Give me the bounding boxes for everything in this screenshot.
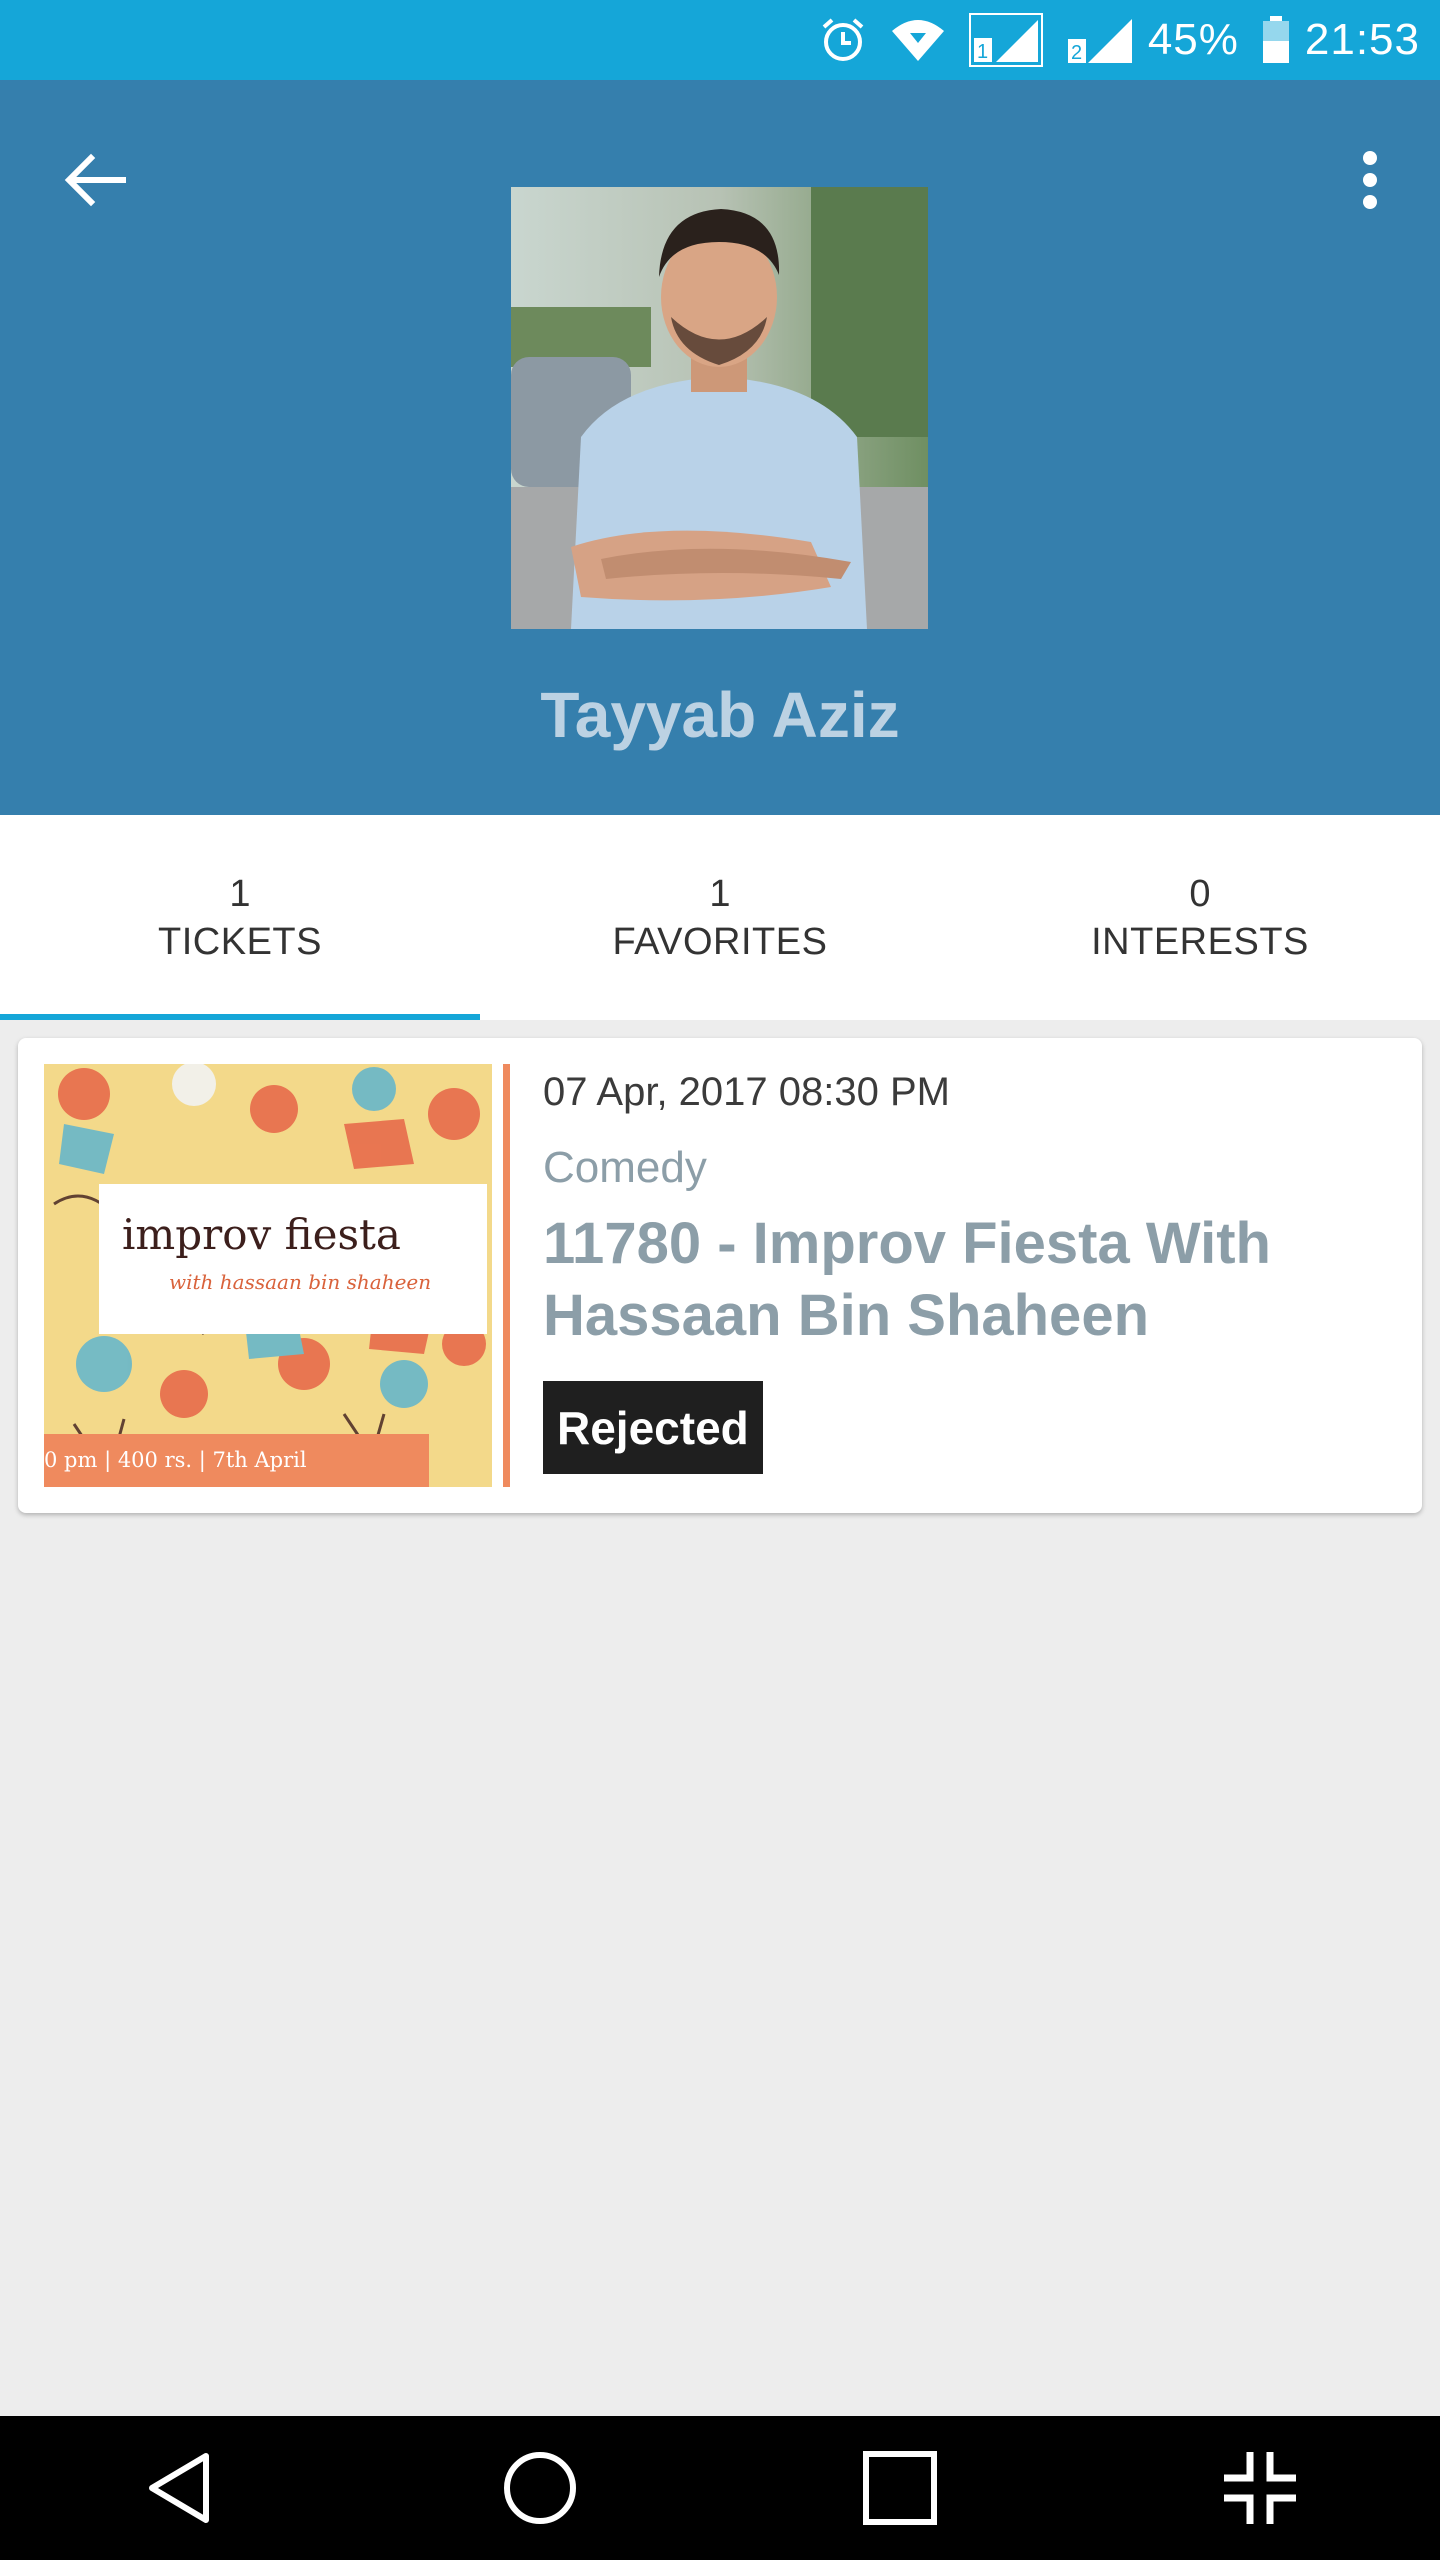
profile-photo	[511, 187, 928, 629]
nav-home-button[interactable]	[480, 2428, 600, 2548]
nav-exit-fullscreen-button[interactable]	[1200, 2428, 1320, 2548]
event-category: Comedy	[543, 1143, 707, 1192]
svg-text:2: 2	[1071, 42, 1082, 64]
poster-footer: 0 pm | 400 rs. | 7th April	[44, 1448, 307, 1473]
tab-count: 1	[709, 872, 731, 915]
more-vert-icon	[1363, 151, 1377, 209]
alarm-icon	[818, 15, 868, 65]
profile-name: Tayyab Aziz	[540, 679, 900, 751]
ticket-card[interactable]: improv fiesta with hassaan bin shaheen 0…	[18, 1038, 1422, 1513]
clock: 21:53	[1304, 15, 1420, 64]
profile-tabs: 1 TICKETS 1 FAVORITES 0 INTERESTS	[0, 815, 1440, 1020]
event-title: 11780 - Improv Fiesta With Hassaan Bin S…	[543, 1211, 1271, 1348]
tab-label: FAVORITES	[612, 920, 828, 963]
back-arrow-icon	[64, 153, 126, 207]
tab-label: INTERESTS	[1091, 920, 1309, 963]
signal-sim1-icon: 1	[968, 12, 1044, 68]
signal-sim2-icon: 2	[1066, 15, 1134, 65]
nav-back-button[interactable]	[120, 2428, 240, 2548]
avatar[interactable]	[511, 187, 928, 629]
tab-count: 1	[229, 872, 251, 915]
tab-interests[interactable]: 0 INTERESTS	[960, 815, 1440, 1020]
circle-home-icon	[504, 2452, 576, 2524]
battery-icon	[1261, 15, 1291, 65]
status-badge: Rejected	[543, 1381, 763, 1474]
event-datetime: 07 Apr, 2017 08:30 PM	[543, 1070, 950, 1114]
tab-count: 0	[1189, 872, 1211, 915]
exit-fullscreen-icon	[1224, 2452, 1296, 2524]
nav-recents-button[interactable]	[840, 2428, 960, 2548]
poster-accent-bar	[503, 1064, 510, 1487]
status-bar: 1 2 45% 21:53	[0, 0, 1440, 80]
tab-favorites[interactable]: 1 FAVORITES	[480, 815, 960, 1020]
tab-tickets[interactable]: 1 TICKETS	[0, 815, 480, 1020]
battery-percent: 45%	[1147, 15, 1239, 64]
navigation-bar	[0, 2416, 1440, 2560]
back-button[interactable]	[55, 140, 135, 220]
square-recents-icon	[863, 2451, 937, 2525]
svg-text:1: 1	[977, 41, 988, 63]
poster-headline: improv fiesta	[122, 1210, 401, 1259]
event-poster: improv fiesta with hassaan bin shaheen 0…	[44, 1064, 492, 1487]
wifi-icon	[890, 15, 946, 65]
triangle-back-icon	[149, 2453, 209, 2523]
more-options-button[interactable]	[1340, 140, 1400, 220]
tab-label: TICKETS	[158, 920, 322, 963]
profile-header: Tayyab Aziz	[0, 80, 1440, 815]
poster-subline: with hassaan bin shaheen	[169, 1270, 431, 1294]
